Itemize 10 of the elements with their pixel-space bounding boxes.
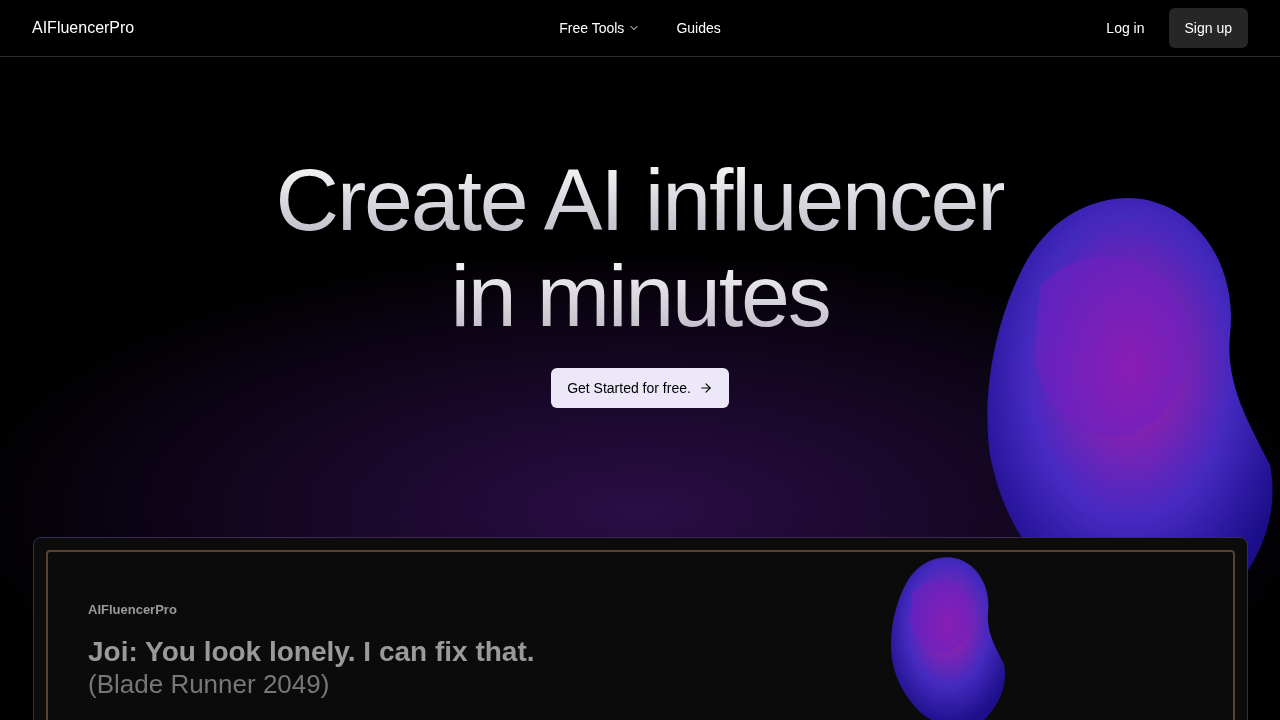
preview-brand: AIFluencerPro <box>88 601 178 619</box>
brand-link[interactable]: AIFluencerPro <box>32 16 332 40</box>
nav-link[interactable]: Free Tools <box>559 17 641 39</box>
nav-link[interactable]: Guides <box>676 17 721 39</box>
preview-source: (Blade Runner 2049) <box>88 667 331 700</box>
get-started-button[interactable]: Get Started for free. <box>551 368 729 408</box>
login-link[interactable]: Log in <box>1106 17 1145 39</box>
arrow-right-icon <box>698 381 713 395</box>
signup-button[interactable]: Sign up <box>1168 8 1248 48</box>
preview-quote: Joi: You look lonely. I can fix that. <box>88 635 536 668</box>
